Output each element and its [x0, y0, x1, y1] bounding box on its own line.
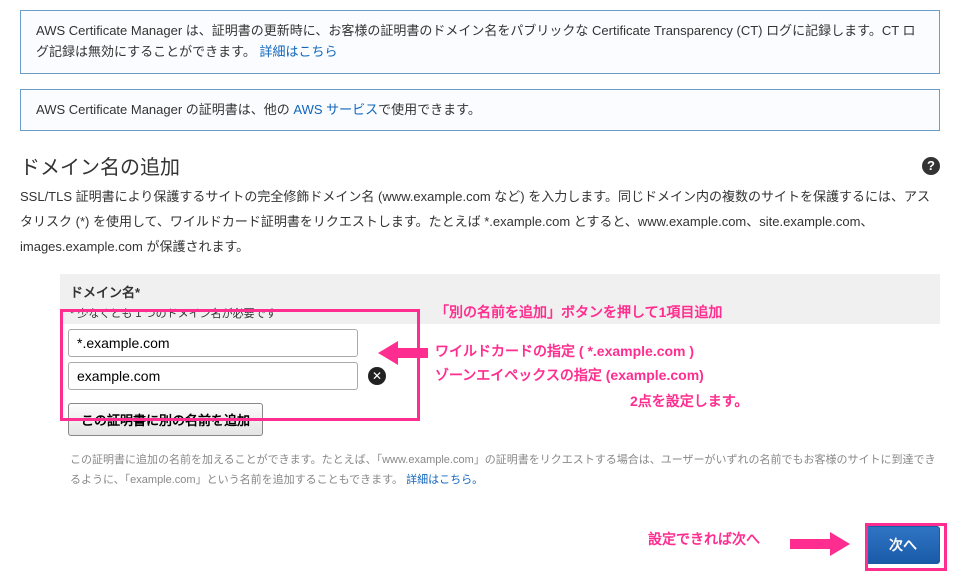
footnote-text: この証明書に追加の名前を加えることができます。たとえば、「www.example…	[70, 454, 936, 486]
info-services-link[interactable]: AWS サービス	[293, 102, 378, 117]
section-desc: SSL/TLS 証明書により保護するサイトの完全修飾ドメイン名 (www.exa…	[20, 185, 940, 259]
annotation-text-1: 「別の名前を追加」ボタンを押して1項目追加	[435, 300, 722, 325]
annotation-arrow-next	[830, 532, 850, 556]
annotation-arrow-form	[378, 341, 398, 365]
domain-input-1[interactable]	[68, 329, 358, 357]
info-box-ct: AWS Certificate Manager は、証明書の更新時に、お客様の証…	[20, 10, 940, 74]
annotation-text-2: ワイルドカードの指定 ( *.example.com )	[435, 339, 694, 364]
annotation-arrow-next-shaft	[790, 539, 830, 549]
bottom-bar: 次へ	[866, 526, 940, 564]
form-footnote: この証明書に追加の名前を加えることができます。たとえば、「www.example…	[70, 451, 940, 491]
annotation-text-bottom: 設定できれば次へ	[648, 527, 760, 552]
domain-input-2[interactable]	[68, 362, 358, 390]
info-services-text2: で使用できます。	[378, 102, 481, 117]
info-ct-text: AWS Certificate Manager は、証明書の更新時に、お客様の証…	[36, 23, 916, 59]
annotation-text-3: ゾーンエイペックスの指定 (example.com)	[435, 363, 704, 388]
info-services-text1: AWS Certificate Manager の証明書は、他の	[36, 102, 293, 117]
remove-domain-icon[interactable]: ✕	[368, 367, 386, 385]
next-button[interactable]: 次へ	[866, 526, 940, 564]
footnote-link[interactable]: 詳細はこちら。	[406, 474, 483, 486]
info-box-services: AWS Certificate Manager の証明書は、他の AWS サービ…	[20, 89, 940, 132]
annotation-text-4: 2点を設定します。	[630, 389, 748, 414]
section-header: ドメイン名の追加 ?	[20, 151, 940, 180]
section-title: ドメイン名の追加	[20, 151, 180, 180]
info-ct-link[interactable]: 詳細はこちら	[259, 44, 337, 59]
annotation-arrow-form-shaft	[398, 348, 428, 358]
add-name-button[interactable]: この証明書に別の名前を追加	[68, 403, 263, 436]
help-icon[interactable]: ?	[922, 157, 940, 175]
